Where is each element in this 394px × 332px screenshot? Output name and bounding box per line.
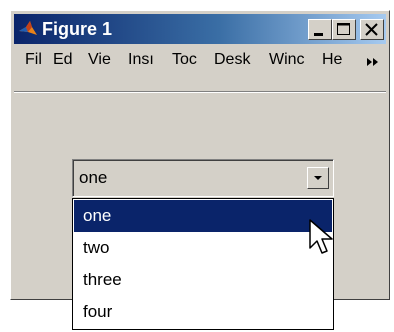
menu-separator	[14, 91, 386, 93]
popup-field: one	[73, 160, 333, 196]
minimize-icon	[314, 33, 323, 36]
popup-menu[interactable]: one	[72, 159, 334, 197]
menu-tools[interactable]: Toc	[172, 50, 197, 70]
menu-bar: Fil Ed Vie Insı Toc Desk Winc He	[14, 47, 386, 73]
matlab-logo-icon	[19, 21, 37, 35]
title-bar[interactable]: Figure 1	[14, 14, 386, 44]
popup-selected-value: one	[79, 168, 108, 187]
close-icon	[365, 23, 378, 36]
menu-file[interactable]: Fil	[25, 50, 42, 70]
dropdown-option-four[interactable]: four	[74, 296, 332, 328]
dropdown-arrow-button[interactable]	[307, 167, 329, 189]
menu-help[interactable]: He	[322, 50, 342, 70]
window-title: Figure 1	[42, 19, 113, 39]
menu-edit[interactable]: Ed	[53, 50, 73, 70]
dropdown-option-three[interactable]: three	[74, 264, 332, 296]
chevron-double-right-icon[interactable]	[366, 57, 380, 67]
menu-window[interactable]: Winc	[269, 50, 305, 70]
dropdown-option-two[interactable]: two	[74, 232, 332, 264]
menu-desktop[interactable]: Desk	[214, 50, 250, 70]
chevron-down-icon	[314, 176, 322, 180]
maximize-icon	[337, 23, 350, 35]
dropdown-option-one[interactable]: one	[74, 200, 332, 232]
dropdown-list: one two three four	[72, 198, 334, 330]
maximize-button[interactable]	[332, 19, 356, 40]
close-button[interactable]	[360, 19, 384, 40]
mouse-pointer-icon	[309, 219, 333, 254]
menu-insert[interactable]: Insı	[128, 50, 154, 70]
menu-view[interactable]: Vie	[88, 50, 111, 70]
minimize-button[interactable]	[308, 19, 332, 40]
